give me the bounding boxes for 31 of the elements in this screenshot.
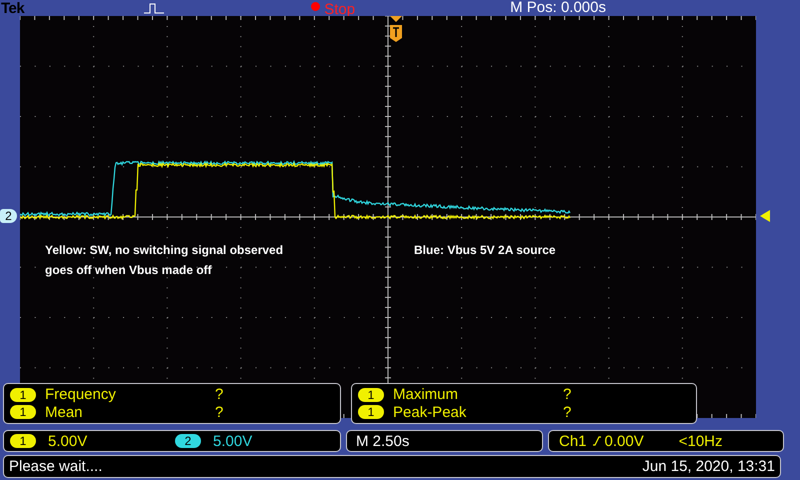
measurement-value: ? xyxy=(563,404,572,421)
rising-edge-icon xyxy=(592,436,601,446)
date-time: Jun 15, 2020, 13:31 xyxy=(642,458,775,475)
trigger-level-icon xyxy=(760,210,770,222)
status-message: Please wait.... xyxy=(9,458,102,475)
channel-badge: 2 xyxy=(175,434,201,448)
trigger-frequency: <10Hz xyxy=(678,432,723,450)
measurement-name: Peak-Peak xyxy=(393,404,468,421)
horizontal-position: M Pos: 0.000s xyxy=(510,0,606,16)
annotation-text: Blue: Vbus 5V 2A source xyxy=(414,242,556,259)
measurement-value: ? xyxy=(215,404,224,421)
timebase-value: M 2.50s xyxy=(356,432,410,450)
measurement-name: Frequency xyxy=(45,386,117,404)
trigger-source: Ch1 xyxy=(559,432,587,450)
channel-badge: 1 xyxy=(10,405,36,420)
measurement-value: ? xyxy=(215,386,224,404)
trigger-level: 0.00V xyxy=(604,432,644,450)
channel-badge: 1 xyxy=(10,434,36,448)
channel-badge: 1 xyxy=(10,388,36,402)
channel-badge: 1 xyxy=(358,405,384,420)
pulse-icon xyxy=(143,2,166,14)
run-state-label: Stop xyxy=(324,2,356,18)
channel-scale: 5.00V xyxy=(213,432,252,450)
measurement-name: Mean xyxy=(45,404,84,421)
annotation-text: Yellow: SW, no switching signal observed goes off when Vbus made off xyxy=(45,242,284,279)
channel-scale: 5.00V xyxy=(48,432,88,450)
measurement-name: Maximum xyxy=(393,386,460,404)
channel-badge: 1 xyxy=(358,388,384,402)
brand-logo: Tek xyxy=(1,0,24,16)
channel-marker: 2 xyxy=(0,209,17,223)
measurement-value: ? xyxy=(563,386,572,404)
